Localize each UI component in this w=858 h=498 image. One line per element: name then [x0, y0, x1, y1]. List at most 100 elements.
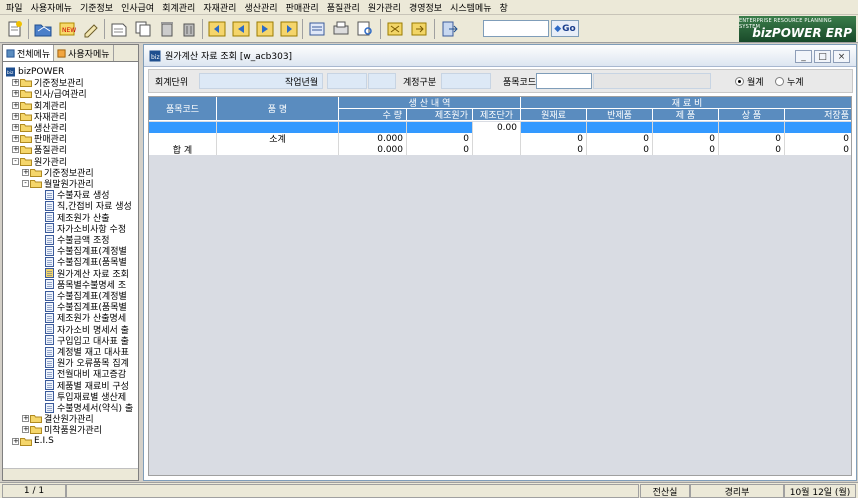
- header-product[interactable]: 제 품: [653, 109, 719, 121]
- expand-toggle-icon[interactable]: +: [22, 168, 29, 176]
- expand-toggle-icon[interactable]: +: [12, 112, 19, 120]
- menu-item-5[interactable]: 자재관리: [201, 1, 242, 14]
- header-item-name[interactable]: 품 명: [217, 97, 339, 121]
- expand-toggle-icon[interactable]: +: [22, 415, 29, 423]
- header-semi-product[interactable]: 반제품: [587, 109, 653, 121]
- cell-qty: 0.000: [339, 144, 407, 155]
- cell-stored: 0: [785, 133, 851, 144]
- header-unit-cost-label: 제조단가: [479, 111, 514, 121]
- menu-item-6[interactable]: 생산관리: [242, 1, 283, 14]
- menu-item-11[interactable]: 시스템메뉴: [448, 1, 497, 14]
- program-icon: [45, 234, 54, 245]
- tree-node[interactable]: + E.I.S: [12, 436, 54, 447]
- menu-item-7[interactable]: 판매관리: [284, 1, 325, 14]
- expand-toggle-icon[interactable]: +: [12, 437, 19, 445]
- menu-item-3[interactable]: 인사급여: [119, 1, 160, 14]
- close-button[interactable]: ×: [833, 50, 850, 63]
- table-row[interactable]: 합 계 0.000 0 0 0 0 0 0: [149, 144, 851, 156]
- header-product-label: 제 품: [675, 111, 696, 121]
- expand-toggle-icon[interactable]: +: [12, 135, 19, 143]
- cell-raw: 0: [521, 144, 587, 155]
- minimize-button[interactable]: _: [795, 50, 812, 63]
- menu-item-8[interactable]: 품질관리: [325, 1, 366, 14]
- copy-icon[interactable]: [132, 18, 154, 40]
- svg-text:NEW: NEW: [62, 27, 76, 34]
- header-stored[interactable]: 저장품: [785, 109, 851, 121]
- export-icon[interactable]: [408, 18, 430, 40]
- all-menu-icon: [6, 48, 15, 58]
- expand-toggle-icon[interactable]: +: [12, 146, 19, 154]
- menu-item-9[interactable]: 원가관리: [366, 1, 407, 14]
- toolbar-search-input[interactable]: [483, 20, 549, 37]
- next-record-icon[interactable]: [254, 18, 276, 40]
- header-qty[interactable]: 수 량: [339, 109, 407, 121]
- header-goods[interactable]: 상 품: [719, 109, 785, 121]
- cell-cost: 0: [407, 144, 473, 155]
- trash-icon[interactable]: [178, 18, 200, 40]
- open-icon[interactable]: [32, 18, 54, 40]
- expand-toggle-icon[interactable]: +: [12, 90, 19, 98]
- print-icon[interactable]: [330, 18, 352, 40]
- table-row[interactable]: 0.00: [149, 122, 851, 133]
- first-record-icon[interactable]: [206, 18, 228, 40]
- expand-toggle-icon[interactable]: -: [12, 157, 19, 165]
- tree-node[interactable]: + 미착품원가관리: [22, 424, 102, 436]
- new-document-icon[interactable]: [4, 18, 26, 40]
- tab-all-menu-label: 전체메뉴: [17, 49, 51, 60]
- folder-icon: [30, 180, 42, 188]
- preview-icon[interactable]: [354, 18, 376, 40]
- program-icon: [45, 245, 54, 256]
- expand-toggle-icon[interactable]: +: [22, 426, 29, 434]
- status-dept-text: 전산실: [652, 487, 678, 498]
- tree-horizontal-scrollbar[interactable]: [3, 468, 138, 480]
- menu-item-10[interactable]: 경영정보: [407, 1, 448, 14]
- header-mfg-cost[interactable]: 제조원가: [407, 109, 473, 121]
- document-icon[interactable]: [108, 18, 130, 40]
- folder-icon: [20, 112, 32, 121]
- header-raw-material[interactable]: 원재료: [521, 109, 587, 121]
- tab-user-menu[interactable]: 사용자메뉴: [54, 45, 114, 61]
- exit-icon[interactable]: [438, 18, 460, 40]
- ym-month-field[interactable]: [368, 73, 396, 89]
- header-unit-cost[interactable]: 제조단가: [473, 109, 521, 121]
- cell-code: 합 계: [149, 144, 217, 156]
- last-record-icon[interactable]: [278, 18, 300, 40]
- status-user-text: 경리부: [724, 487, 750, 498]
- menu-item-0[interactable]: 파일: [4, 1, 29, 14]
- ym-year-field[interactable]: [327, 73, 367, 89]
- menu-item-2[interactable]: 기준정보: [78, 1, 119, 14]
- prev-record-icon[interactable]: [230, 18, 252, 40]
- item-name-field: [593, 73, 711, 89]
- expand-toggle-icon[interactable]: +: [12, 79, 19, 87]
- delete-icon[interactable]: [156, 18, 178, 40]
- menu-item-1[interactable]: 사용자메뉴: [29, 1, 78, 14]
- edit-icon[interactable]: [80, 18, 102, 40]
- expand-toggle-icon[interactable]: -: [22, 180, 29, 187]
- go-icon: ◆: [554, 23, 562, 34]
- radio-monthly[interactable]: [735, 77, 744, 86]
- account-field[interactable]: [441, 73, 491, 89]
- excel-icon[interactable]: [384, 18, 406, 40]
- go-button[interactable]: ◆ Go: [551, 20, 579, 37]
- tab-all-menu[interactable]: 전체메뉴: [3, 45, 55, 61]
- table-row[interactable]: 소계 0.000 0 0 0 0 0 0: [149, 133, 851, 145]
- menu-item-12[interactable]: 창: [498, 1, 514, 14]
- cell-semi: [587, 122, 653, 133]
- expand-toggle-icon[interactable]: +: [12, 124, 19, 131]
- cell-stored: 0: [785, 144, 851, 155]
- query-icon[interactable]: [306, 18, 328, 40]
- new-item-icon[interactable]: NEW: [56, 18, 78, 40]
- menu-tree: biz bizPOWER + 기준정보관리 + 인사/급여관리 + 회계관리 + 자재관리 + 생산관…: [3, 62, 138, 480]
- status-dept: 전산실: [640, 484, 690, 498]
- radio-cumulative[interactable]: [775, 77, 784, 86]
- cell-qty: [339, 122, 407, 133]
- expand-toggle-icon[interactable]: +: [12, 101, 19, 109]
- folder-icon: [20, 157, 32, 166]
- header-item-code[interactable]: 품목코드: [149, 97, 217, 121]
- item-code-input[interactable]: [536, 73, 592, 89]
- menu-item-4[interactable]: 회계관리: [160, 1, 201, 14]
- program-icon: [45, 223, 54, 234]
- cell-code: [149, 122, 217, 133]
- maximize-button[interactable]: □: [814, 50, 831, 63]
- window-app-icon: biz: [149, 50, 161, 61]
